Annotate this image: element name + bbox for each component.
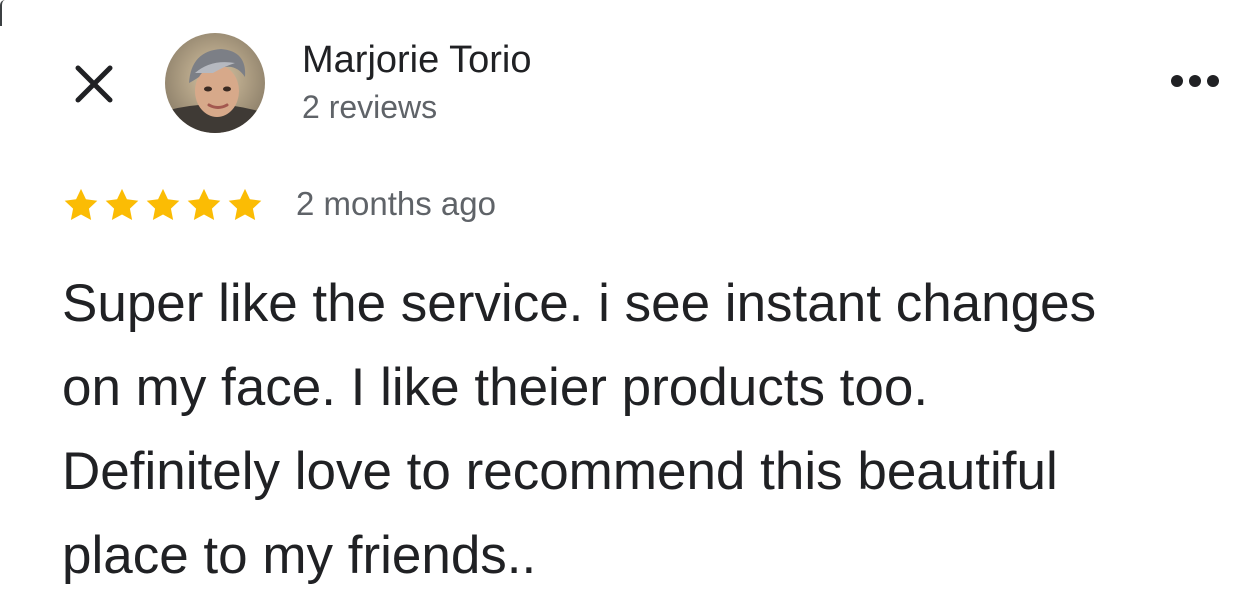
review-text: Super like the service. i see instant ch… (62, 262, 1237, 598)
review-text-line: on my face. I like theier products too. (62, 358, 929, 417)
review-text-line: Definitely love to recommend this beauti… (62, 442, 1058, 501)
profile-photo (165, 33, 265, 133)
close-icon (75, 65, 113, 103)
star-icon (187, 188, 221, 221)
more-options-button[interactable] (1160, 58, 1230, 104)
star-icon (146, 188, 180, 221)
star-rating (62, 186, 264, 224)
review-count[interactable]: 2 reviews (302, 88, 437, 126)
star-icon (228, 188, 262, 221)
screen-edge (0, 0, 5, 26)
reviewer-name[interactable]: Marjorie Torio (302, 38, 531, 82)
avatar[interactable] (165, 33, 265, 133)
review-date: 2 months ago (296, 185, 496, 222)
close-button[interactable] (66, 56, 122, 112)
more-horizontal-icon (1171, 75, 1219, 87)
review-text-line: place to my friends.. (62, 526, 537, 585)
star-icon (64, 188, 98, 221)
star-icon (105, 188, 139, 221)
review-text-line: Super like the service. i see instant ch… (62, 274, 1097, 333)
